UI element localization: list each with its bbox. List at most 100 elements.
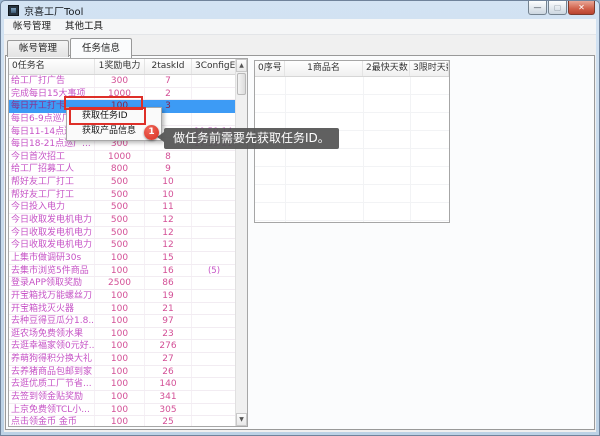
header-limit-days[interactable]: 3限时天数 (410, 61, 449, 76)
task-name-cell: 去逛幸福家领0元好... (9, 340, 95, 352)
reward-cell: 100 (95, 252, 145, 264)
task-name-cell: 今日投入电力 (9, 201, 95, 213)
config-extra-cell (192, 214, 235, 226)
tab-task-info[interactable]: 任务信息 (70, 38, 132, 58)
task-name-cell: 去种豆得豆瓜分1.8... (9, 315, 95, 327)
header-index[interactable]: 0序号 (255, 61, 285, 76)
grid-line (363, 77, 364, 222)
table-row[interactable]: 去种豆得豆瓜分1.8... 100 97 (9, 315, 235, 328)
maximize-button[interactable]: ▢ (548, 1, 567, 15)
task-id-cell: 15 (145, 252, 192, 264)
task-id-cell: 140 (145, 378, 192, 390)
task-name-cell: 给工厂招募工人 (9, 163, 95, 175)
header-task-id[interactable]: 2taskId (145, 59, 192, 74)
table-row[interactable]: 开宝箱找万能螺丝刀 100 19 (9, 290, 235, 303)
grid-line (410, 77, 411, 222)
config-extra-cell (192, 340, 235, 352)
config-extra-cell (192, 227, 235, 239)
table-row[interactable]: 去集市浏览5件商品 100 16 (5) (9, 265, 235, 278)
table-row[interactable]: 去养猪商品包邮到家 100 26 (9, 366, 235, 379)
scroll-down-icon[interactable]: ▼ (236, 413, 247, 426)
task-name-cell: 今日首次招工 (9, 151, 95, 163)
table-row[interactable]: 去逛优质工厂节省... 100 140 (9, 378, 235, 391)
title-bar[interactable]: 京喜工厂Tool (1, 1, 599, 19)
tab-strip: 帐号管理 任务信息 (4, 37, 596, 57)
task-id-cell: 11 (145, 201, 192, 213)
table-row[interactable]: 帮好友工厂打工 500 10 (9, 176, 235, 189)
table-row[interactable]: 登录APP领取奖励 2500 86 (9, 277, 235, 290)
task-id-cell: 12 (145, 227, 192, 239)
task-id-cell: 276 (145, 340, 192, 352)
scroll-up-icon[interactable]: ▲ (236, 59, 247, 72)
table-row[interactable]: 给工厂招募工人 800 9 (9, 163, 235, 176)
reward-cell: 300 (95, 75, 145, 87)
table-row[interactable]: 今日收取发电机电力 500 12 (9, 227, 235, 240)
scrollbar-thumb[interactable] (237, 73, 246, 95)
product-table-body (255, 77, 449, 222)
task-name-cell: 去养猪商品包邮到家 (9, 366, 95, 378)
reward-cell: 500 (95, 201, 145, 213)
close-button[interactable]: ✕ (568, 1, 595, 15)
config-extra-cell (192, 353, 235, 365)
table-row[interactable]: 养萌狗得积分换大礼 100 27 (9, 353, 235, 366)
minimize-button[interactable]: — (528, 1, 547, 15)
reward-cell: 100 (95, 416, 145, 426)
table-row[interactable]: 今日首次招工 1000 8 (9, 151, 235, 164)
task-table-header: 0任务名 1奖励电力 2taskId 3ConfigExtra (9, 59, 235, 75)
config-extra-cell (192, 290, 235, 302)
table-row[interactable]: 逛农场免费领水果 100 23 (9, 328, 235, 341)
task-id-cell: 19 (145, 290, 192, 302)
task-name-cell: 去逛优质工厂节省... (9, 378, 95, 390)
table-row[interactable]: 去逛幸福家领0元好... 100 276 (9, 340, 235, 353)
config-extra-cell (192, 252, 235, 264)
reward-cell: 500 (95, 239, 145, 251)
task-id-cell: 10 (145, 176, 192, 188)
config-extra-cell (192, 391, 235, 403)
table-row[interactable]: 今日收取发电机电力 500 12 (9, 239, 235, 252)
table-row[interactable]: 开宝箱找灭火器 100 21 (9, 303, 235, 316)
task-name-cell: 今日收取发电机电力 (9, 239, 95, 251)
menu-account-management[interactable]: 帐号管理 (6, 19, 58, 34)
menu-other-tools[interactable]: 其他工具 (58, 19, 110, 34)
header-config-extra[interactable]: 3ConfigExtra (192, 59, 237, 74)
config-extra-cell (192, 201, 235, 213)
table-row[interactable]: 去签到领金贴奖励 100 341 (9, 391, 235, 404)
task-id-cell: 2 (145, 88, 192, 100)
table-row[interactable]: 帮好友工厂打工 500 10 (9, 189, 235, 202)
config-extra-cell (192, 378, 235, 390)
header-task-name[interactable]: 0任务名 (9, 59, 95, 74)
reward-cell: 1000 (95, 151, 145, 163)
task-id-cell: 23 (145, 328, 192, 340)
reward-cell: 100 (95, 404, 145, 416)
header-reward-power[interactable]: 1奖励电力 (95, 59, 145, 74)
table-row[interactable]: 给工厂打广告 300 7 (9, 75, 235, 88)
table-row[interactable]: 点击领金币 金币 100 25 (9, 416, 235, 426)
grid-line (285, 77, 286, 222)
task-name-cell: 帮好友工厂打工 (9, 189, 95, 201)
table-row[interactable]: 上集市做调研30s 100 15 (9, 252, 235, 265)
reward-cell: 100 (95, 378, 145, 390)
header-product-name[interactable]: 1商品名 (285, 61, 363, 76)
task-id-cell: 341 (145, 391, 192, 403)
table-row[interactable]: 上京免费领TCL小... 100 305 (9, 404, 235, 417)
task-name-cell: 今日收取发电机电力 (9, 227, 95, 239)
task-id-cell: 12 (145, 239, 192, 251)
task-id-cell: 86 (145, 277, 192, 289)
tab-account[interactable]: 帐号管理 (7, 40, 69, 57)
config-extra-cell (192, 404, 235, 416)
table-row[interactable]: 今日收取发电机电力 500 12 (9, 214, 235, 227)
config-extra-cell (192, 366, 235, 378)
task-table-scrollbar[interactable]: ▲ ▼ (235, 59, 247, 426)
step-badge: 1 (144, 125, 159, 140)
table-row[interactable]: 今日投入电力 500 11 (9, 201, 235, 214)
reward-cell: 100 (95, 303, 145, 315)
task-id-cell: 25 (145, 416, 192, 426)
header-fastest-days[interactable]: 2最快天数 (363, 61, 410, 76)
reward-cell: 500 (95, 227, 145, 239)
config-extra-cell (192, 176, 235, 188)
reward-cell: 500 (95, 176, 145, 188)
task-name-cell: 逛农场免费领水果 (9, 328, 95, 340)
reward-cell: 100 (95, 290, 145, 302)
config-extra-cell (192, 315, 235, 327)
task-name-cell: 点击领金币 金币 (9, 416, 95, 426)
